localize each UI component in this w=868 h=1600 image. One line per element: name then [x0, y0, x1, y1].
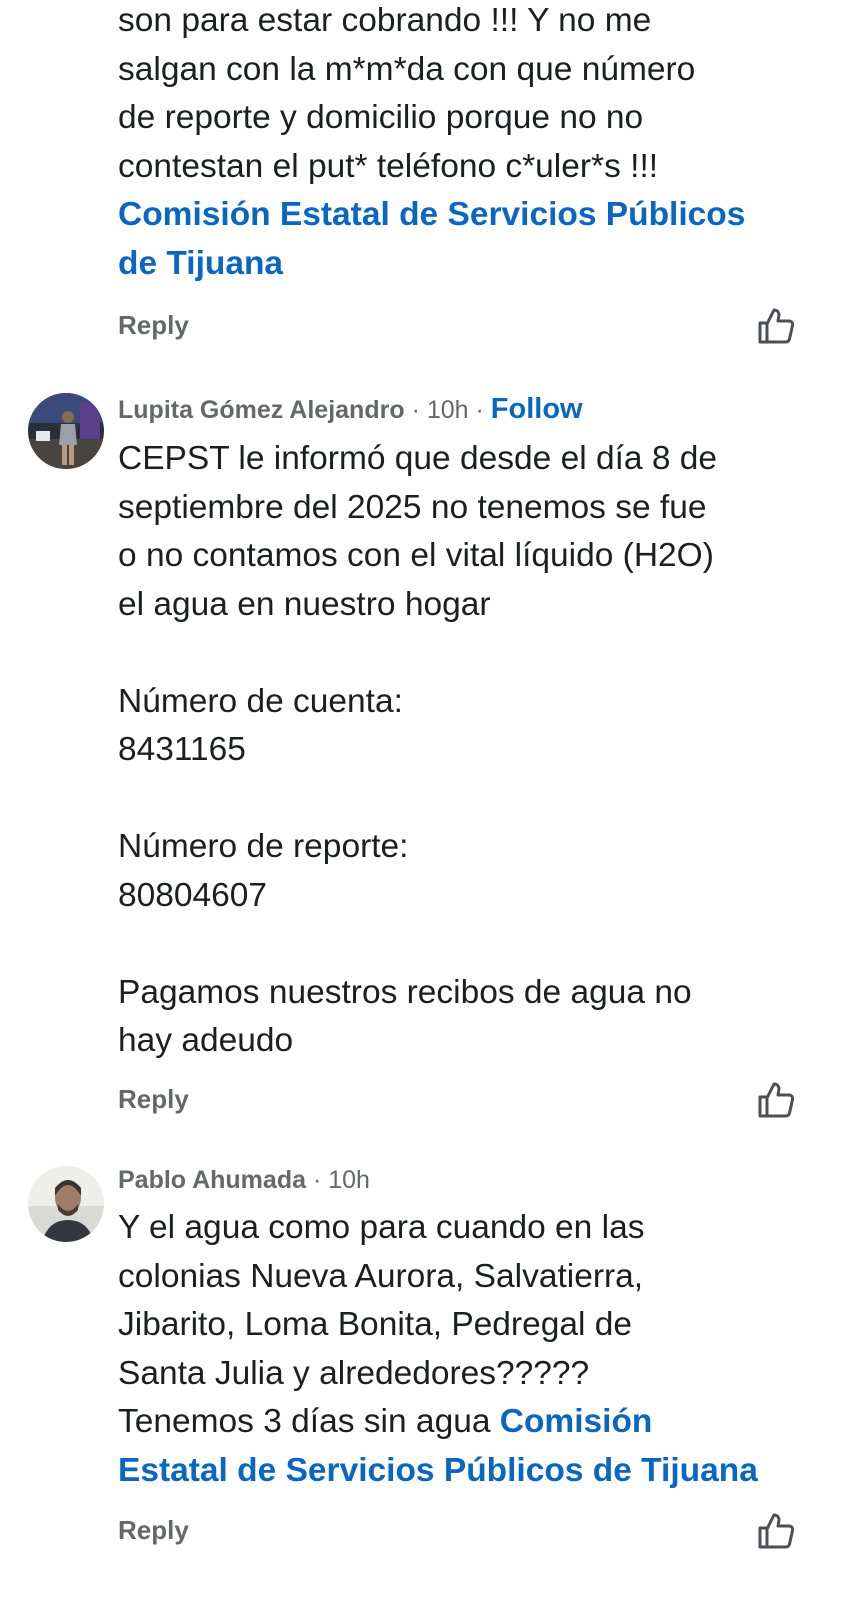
author-name[interactable]: Pablo Ahumada [118, 1166, 306, 1194]
comment-time: · 10h [312, 1166, 370, 1194]
comment-3-actions: Reply [118, 1511, 798, 1555]
comment-time: · 10h · [411, 396, 484, 424]
reply-button[interactable]: Reply [118, 1515, 189, 1546]
mention-link-cont[interactable]: Estatal de Servicios Públicos de Tijuana [118, 1447, 808, 1496]
comment-2-actions: Reply [118, 1080, 798, 1124]
follow-button[interactable]: Follow [491, 393, 583, 425]
comment-1-actions: Reply [118, 306, 798, 350]
comment-2-body: Lupita Gómez Alejandro · 10h · Follow CE… [118, 392, 808, 1066]
mention-link[interactable]: Comisión [500, 1403, 653, 1440]
avatar[interactable] [28, 1166, 104, 1242]
comment-3-text: Y el agua como para cuando en las coloni… [118, 1204, 808, 1495]
reply-button[interactable]: Reply [118, 1084, 189, 1115]
comment-2-text: CEPST le informó que desde el día 8 de s… [118, 440, 718, 1059]
avatar-image [28, 393, 104, 469]
author-name[interactable]: Lupita Gómez Alejandro [118, 396, 405, 424]
comment-text-line: de reporte y domicilio porque no no [118, 99, 644, 136]
avatar-image [28, 1166, 104, 1242]
avatar[interactable] [28, 393, 104, 469]
comment-meta: Lupita Gómez Alejandro · 10h · Follow [118, 392, 808, 427]
comment-text-line: salgan con la m*m*da con que número [118, 50, 696, 88]
comment-3-body: Pablo Ahumada · 10h Y el agua como para … [118, 1163, 808, 1495]
mention-link[interactable]: Comisión Estatal de Servicios Públicos [118, 191, 808, 240]
mention-link-cont[interactable]: de Tijuana [118, 240, 808, 289]
thumbs-up-outline-icon[interactable] [756, 1080, 796, 1120]
thumbs-up-outline-icon[interactable] [756, 306, 796, 346]
thumbs-up-outline-icon[interactable] [756, 1511, 796, 1551]
comment-text-line: contestan el put* teléfono c*uler*s !!! [118, 147, 659, 185]
comment-1-text: son para estar cobrando !!! Y no me salga… [118, 0, 808, 288]
comment-meta: Pablo Ahumada · 10h [118, 1163, 808, 1197]
comment-text-line: son para estar cobrando !!! Y no me [118, 2, 652, 39]
comment-1-body: son para estar cobrando !!! Y no me salga… [118, 0, 808, 288]
reply-button[interactable]: Reply [118, 310, 189, 341]
